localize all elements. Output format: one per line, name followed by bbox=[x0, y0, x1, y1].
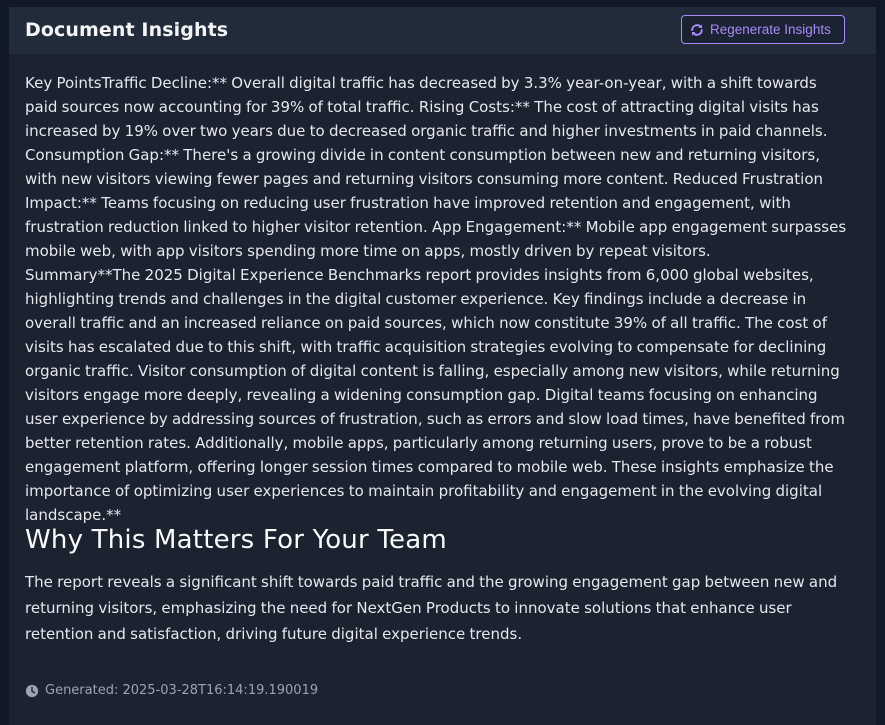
refresh-icon bbox=[691, 23, 703, 36]
summary-text: Summary**The 2025 Digital Experience Ben… bbox=[25, 266, 845, 524]
why-heading: Why This Matters For Your Team bbox=[25, 525, 447, 555]
regenerate-label: Regenerate Insights bbox=[710, 22, 831, 37]
clock-icon bbox=[25, 684, 39, 697]
panel-header: Document Insights Regenerate Insights bbox=[9, 7, 876, 54]
regenerate-insights-button[interactable]: Regenerate Insights bbox=[681, 15, 845, 44]
why-text: The report reveals a significant shift t… bbox=[25, 573, 838, 643]
generated-footer: Generated: 2025-03-28T16:14:19.190019 bbox=[25, 683, 318, 698]
generated-timestamp: Generated: 2025-03-28T16:14:19.190019 bbox=[45, 683, 319, 698]
insights-panel: Document Insights Regenerate Insights Ke… bbox=[9, 7, 876, 725]
insights-body: Key PointsTraffic Decline:** Overall dig… bbox=[25, 71, 853, 527]
panel-title: Document Insights bbox=[25, 19, 229, 41]
key-points-text: Key PointsTraffic Decline:** Overall dig… bbox=[25, 74, 847, 260]
